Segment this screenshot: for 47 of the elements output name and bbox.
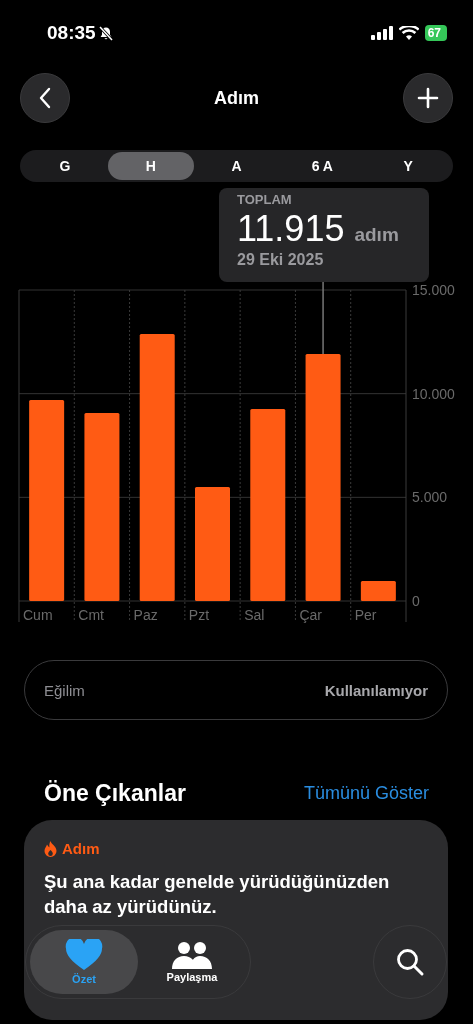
range-tab[interactable]: H <box>107 152 194 180</box>
axis-label: Cmt <box>78 607 104 623</box>
bar[interactable] <box>305 353 341 601</box>
tab-item[interactable]: Paylaşma <box>138 930 246 994</box>
axis-label: Cum <box>23 607 53 623</box>
axis-label: Per <box>354 607 377 623</box>
tooltip-unit: adım <box>354 224 399 246</box>
bar[interactable] <box>139 333 175 601</box>
screen-title: Adım <box>214 87 259 109</box>
wifi-icon <box>398 26 419 40</box>
tooltip-label: TOPLAM <box>237 192 293 207</box>
heart-icon <box>65 939 103 971</box>
range-tab[interactable]: G <box>22 152 108 180</box>
range-tab[interactable]: Y <box>365 152 451 180</box>
plus-icon <box>417 87 439 109</box>
axis-label: Paz <box>133 607 158 623</box>
add-button[interactable] <box>403 73 453 123</box>
trend-value: Kullanılamıyor <box>324 681 428 699</box>
battery-indicator: 67 <box>424 25 447 41</box>
trend-label: Eğilim <box>44 681 85 699</box>
bar[interactable] <box>360 581 396 601</box>
bar[interactable] <box>84 412 120 601</box>
range-tab[interactable]: A <box>193 152 280 180</box>
card-category: Adım <box>62 840 100 857</box>
flame-icon <box>44 840 57 857</box>
axis-label: Pzt <box>188 607 210 623</box>
bar[interactable] <box>250 409 286 601</box>
bar[interactable] <box>29 399 65 601</box>
axis-label: 10.000 <box>412 385 455 402</box>
card-text: Şu ana kadar genelde yürüdüğünüzden daha az yürüdünüz. <box>44 870 391 919</box>
back-button[interactable] <box>20 73 70 123</box>
people-icon <box>172 941 212 969</box>
axis-label: 0 <box>412 593 420 609</box>
back-icon <box>38 87 52 109</box>
tooltip-value: 11.915 <box>237 207 345 251</box>
range-tab[interactable]: 6 A <box>279 152 366 180</box>
axis-label: 15.000 <box>412 282 455 298</box>
section-title: Öne Çıkanlar <box>44 779 186 807</box>
axis-label: 5.000 <box>412 489 448 506</box>
status-time: 08:35 <box>47 22 96 44</box>
show-all-link[interactable]: Tümünü Göster <box>303 782 429 804</box>
tooltip-date: 29 Eki 2025 <box>237 251 325 269</box>
axis-label: Çar <box>299 607 322 623</box>
signal-icon <box>370 26 393 40</box>
axis-label: Sal <box>244 607 265 623</box>
search-icon <box>395 947 425 977</box>
muted-bell-icon <box>98 25 113 41</box>
